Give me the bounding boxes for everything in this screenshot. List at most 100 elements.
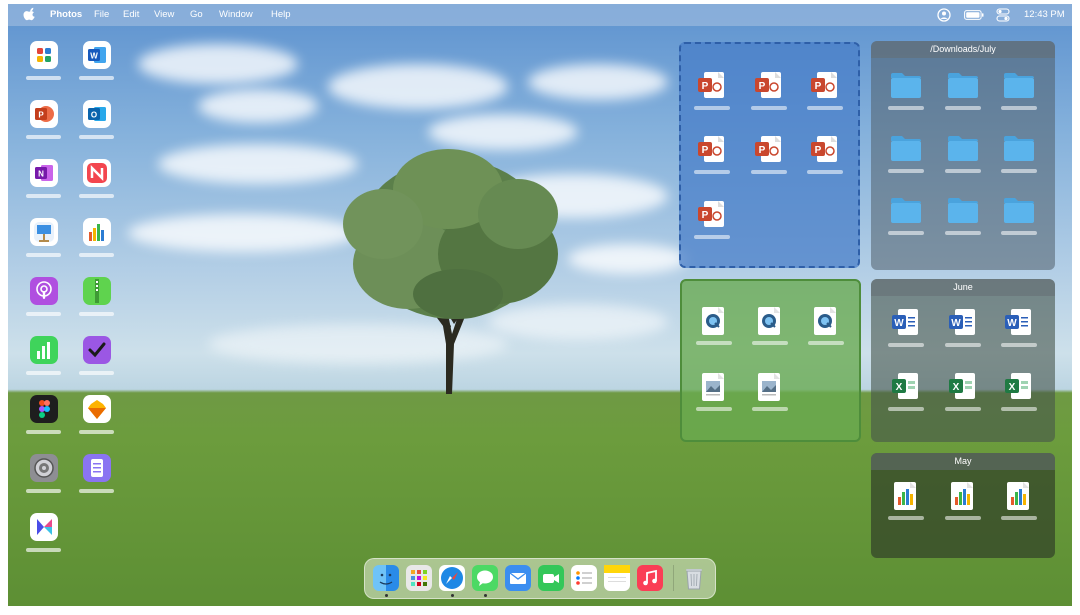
desktop-icon-label — [79, 430, 114, 434]
notes-icon[interactable] — [604, 565, 630, 591]
file-name-label — [694, 106, 730, 110]
desktop-icon-label — [79, 135, 114, 139]
numbers-file-icon[interactable] — [1002, 480, 1036, 512]
preview-stack[interactable] — [680, 279, 861, 442]
svg-text:X: X — [1009, 382, 1016, 393]
june-stack[interactable]: June — [871, 279, 1055, 442]
battery-icon[interactable] — [964, 10, 984, 20]
folder-icon[interactable] — [1002, 133, 1036, 165]
finder-icon[interactable] — [373, 565, 399, 591]
file-name-label — [888, 343, 924, 347]
file-name-label — [945, 343, 981, 347]
folder-icon[interactable] — [889, 195, 923, 227]
cloud — [198, 89, 318, 123]
quicktime-file-icon[interactable] — [809, 305, 843, 337]
folder-icon[interactable] — [946, 70, 980, 102]
word-file-icon[interactable]: W — [1002, 307, 1036, 339]
word-file-icon[interactable]: W — [889, 307, 923, 339]
launchpad-icon[interactable] — [406, 565, 432, 591]
folder-icon[interactable] — [946, 195, 980, 227]
music-icon[interactable] — [637, 565, 663, 591]
svg-text:P: P — [759, 81, 766, 92]
microsoft-outlook-icon[interactable]: O — [83, 100, 111, 128]
system-preferences-icon[interactable] — [30, 454, 58, 482]
excel-file-icon[interactable]: X — [1002, 371, 1036, 403]
svg-text:W: W — [90, 52, 98, 61]
menu-window[interactable]: Window — [219, 9, 253, 20]
omnifocus-icon[interactable] — [83, 336, 111, 364]
safari-icon[interactable] — [439, 565, 465, 591]
user-account-icon[interactable] — [937, 8, 951, 22]
powerpoint-file-icon[interactable]: P — [752, 70, 786, 102]
folder-icon[interactable] — [889, 70, 923, 102]
menu-edit[interactable]: Edit — [123, 9, 139, 20]
sketch-icon[interactable] — [83, 395, 111, 423]
craft-icon[interactable] — [30, 513, 58, 541]
reminders-icon[interactable] — [571, 565, 597, 591]
menu-file[interactable]: File — [94, 9, 109, 20]
desktop-icon-label — [26, 253, 61, 257]
menu-help[interactable]: Help — [271, 9, 291, 20]
powerpoint-file-icon[interactable]: P — [695, 134, 729, 166]
apple-logo-icon[interactable] — [23, 7, 37, 21]
svg-text:W: W — [1007, 318, 1017, 329]
folder-icon[interactable] — [1002, 195, 1036, 227]
folder-icon[interactable] — [1002, 70, 1036, 102]
notes-list-icon[interactable] — [83, 454, 111, 482]
file-name-label — [752, 407, 788, 411]
messages-icon[interactable] — [472, 565, 498, 591]
desktop-icon-label — [26, 371, 61, 375]
preview-file-icon[interactable] — [753, 371, 787, 403]
control-center-icon[interactable] — [996, 8, 1010, 22]
powerpoint-file-icon[interactable]: P — [808, 134, 842, 166]
keynote-icon[interactable] — [30, 218, 58, 246]
file-name-label — [1001, 106, 1037, 110]
word-file-icon[interactable]: W — [946, 307, 980, 339]
file-name-label — [694, 235, 730, 239]
numbers-chart-icon[interactable] — [30, 336, 58, 364]
powerpoint-file-icon[interactable]: P — [752, 134, 786, 166]
desktop-icon-label — [26, 194, 61, 198]
trash-icon[interactable] — [681, 565, 707, 591]
file-name-label — [888, 169, 924, 173]
svg-text:X: X — [953, 382, 960, 393]
powerpoint-file-icon[interactable]: P — [695, 70, 729, 102]
file-name-label — [808, 341, 844, 345]
facetime-icon[interactable] — [538, 565, 564, 591]
excel-file-icon[interactable]: X — [946, 371, 980, 403]
news-icon[interactable] — [83, 159, 111, 187]
file-name-label — [752, 341, 788, 345]
quicktime-file-icon[interactable] — [753, 305, 787, 337]
menu-app-name[interactable]: Photos — [50, 9, 82, 20]
numbers-file-icon[interactable] — [946, 480, 980, 512]
archive-utility-icon[interactable] — [83, 277, 111, 305]
file-name-label — [807, 170, 843, 174]
powerpoint-file-icon[interactable]: P — [695, 199, 729, 231]
menu-clock[interactable]: 12:43 PM — [1024, 9, 1065, 20]
menu-view[interactable]: View — [154, 9, 174, 20]
mail-icon[interactable] — [505, 565, 531, 591]
microsoft-onenote-icon[interactable]: N — [30, 159, 58, 187]
numbers-file-icon[interactable] — [889, 480, 923, 512]
folder-icon[interactable] — [889, 133, 923, 165]
desktop-icon-label — [79, 253, 114, 257]
podcasts-icon[interactable] — [30, 277, 58, 305]
file-name-label — [945, 516, 981, 520]
running-indicator — [484, 594, 487, 597]
file-name-label — [888, 516, 924, 520]
microsoft-powerpoint-icon[interactable]: P — [30, 100, 58, 128]
excel-file-icon[interactable]: X — [889, 371, 923, 403]
stack-title: /Downloads/July — [871, 41, 1055, 58]
microsoft-office-icon[interactable] — [30, 41, 58, 69]
numbers-icon[interactable] — [83, 218, 111, 246]
figma-icon[interactable] — [30, 395, 58, 423]
folder-icon[interactable] — [946, 133, 980, 165]
powerpoint-file-icon[interactable]: P — [808, 70, 842, 102]
quicktime-file-icon[interactable] — [697, 305, 731, 337]
desktop-icon-label — [79, 371, 114, 375]
microsoft-word-icon[interactable]: W — [83, 41, 111, 69]
preview-file-icon[interactable] — [697, 371, 731, 403]
svg-text:P: P — [702, 81, 709, 92]
svg-text:O: O — [91, 111, 97, 120]
menu-go[interactable]: Go — [190, 9, 203, 20]
